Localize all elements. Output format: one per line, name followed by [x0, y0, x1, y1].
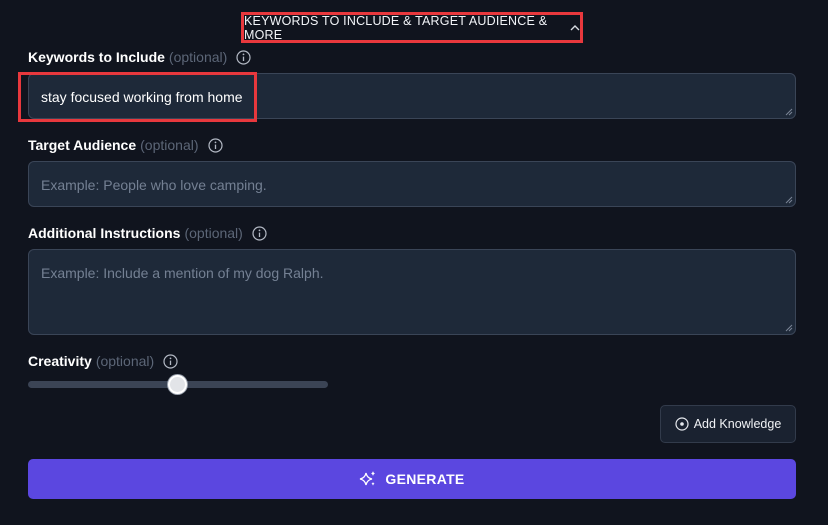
info-icon[interactable]: [236, 49, 251, 65]
keywords-value: stay focused working from home: [41, 89, 243, 105]
keywords-label-row: Keywords to Include (optional): [28, 49, 251, 65]
audience-label: Target Audience: [28, 137, 137, 153]
plus-circle-icon: [675, 417, 689, 431]
keywords-label: Keywords to Include: [28, 49, 165, 65]
resize-handle-icon[interactable]: [784, 107, 793, 116]
instructions-placeholder: Example: Include a mention of my dog Ral…: [41, 265, 324, 281]
audience-field[interactable]: Example: People who love camping.: [28, 161, 796, 207]
info-icon[interactable]: [163, 353, 178, 369]
creativity-label: Creativity: [28, 353, 92, 369]
resize-handle-icon[interactable]: [784, 195, 793, 204]
chevron-up-icon: [570, 24, 580, 31]
sparkles-icon: [359, 470, 377, 488]
keywords-optional-tag: (optional): [168, 49, 228, 65]
creativity-slider-thumb[interactable]: [168, 375, 187, 394]
audience-placeholder: Example: People who love camping.: [41, 177, 267, 193]
generate-label: GENERATE: [385, 471, 465, 487]
instructions-label: Additional Instructions: [28, 225, 181, 241]
creativity-optional-tag: (optional): [95, 353, 155, 369]
advanced-options-toggle[interactable]: KEYWORDS TO INCLUDE & TARGET AUDIENCE & …: [241, 12, 583, 43]
add-knowledge-label: Add Knowledge: [693, 417, 782, 431]
creativity-label-row: Creativity (optional): [28, 353, 178, 369]
info-icon[interactable]: [207, 137, 223, 153]
audience-label-row: Target Audience (optional): [28, 137, 223, 153]
instructions-label-row: Additional Instructions (optional): [28, 225, 267, 241]
form-panel: KEYWORDS TO INCLUDE & TARGET AUDIENCE & …: [0, 0, 828, 525]
instructions-optional-tag: (optional): [184, 225, 243, 241]
keywords-field[interactable]: stay focused working from home: [28, 73, 796, 119]
toggle-label: KEYWORDS TO INCLUDE & TARGET AUDIENCE & …: [244, 13, 548, 42]
info-icon[interactable]: [252, 225, 267, 241]
instructions-field[interactable]: Example: Include a mention of my dog Ral…: [28, 249, 796, 335]
audience-optional-tag: (optional): [140, 137, 199, 153]
add-knowledge-button[interactable]: Add Knowledge: [660, 405, 796, 443]
generate-button[interactable]: GENERATE: [28, 459, 796, 499]
resize-handle-icon[interactable]: [784, 323, 793, 332]
